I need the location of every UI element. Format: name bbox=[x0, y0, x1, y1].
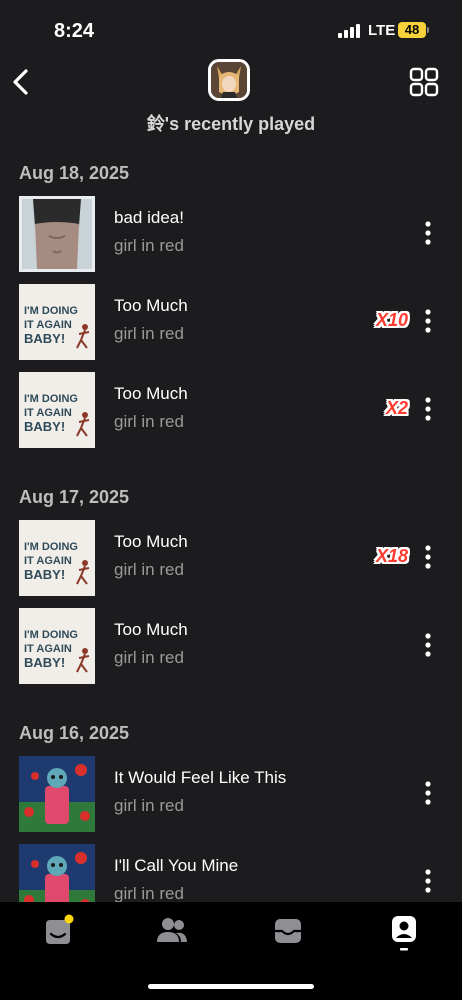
track-row[interactable]: I'M DOING IT AGAIN BABY! Too Much girl i… bbox=[0, 518, 462, 606]
track-title: I'll Call You Mine bbox=[114, 856, 239, 875]
svg-text:I'M DOING: I'M DOING bbox=[24, 629, 78, 641]
network-label: LTE bbox=[368, 22, 396, 39]
home-tab[interactable] bbox=[28, 910, 88, 954]
battery-tip bbox=[427, 27, 429, 33]
grid-view-button[interactable] bbox=[408, 66, 440, 98]
more-vertical-icon bbox=[425, 869, 431, 893]
track-row[interactable]: I'll Call You Mine girl in red bbox=[0, 842, 462, 902]
notification-dot bbox=[64, 914, 74, 924]
home-icon bbox=[46, 914, 74, 944]
album-art-bad-idea bbox=[19, 196, 95, 272]
svg-text:IT AGAIN: IT AGAIN bbox=[24, 407, 72, 419]
svg-text:BABY!: BABY! bbox=[24, 419, 65, 434]
track-title: bad idea! bbox=[114, 208, 184, 227]
page-title: 鈴's recently played bbox=[146, 114, 316, 134]
more-vertical-icon bbox=[425, 545, 431, 569]
signal-icon bbox=[338, 24, 360, 38]
profile-icon bbox=[392, 916, 416, 951]
profile-tab[interactable] bbox=[374, 910, 434, 954]
svg-text:BABY!: BABY! bbox=[24, 331, 65, 346]
svg-text:IT AGAIN: IT AGAIN bbox=[24, 555, 72, 567]
track-artist: girl in red bbox=[114, 560, 184, 579]
date-header: Aug 17, 2025 bbox=[19, 487, 130, 507]
track-artist: girl in red bbox=[114, 796, 184, 815]
album-art-im-doing-it-again-baby: I'M DOING IT AGAIN BABY! bbox=[19, 372, 95, 448]
svg-text:IT AGAIN: IT AGAIN bbox=[24, 643, 72, 655]
date-header: Aug 16, 2025 bbox=[19, 723, 130, 743]
chevron-left-icon bbox=[13, 69, 28, 95]
avatar-image bbox=[211, 62, 247, 98]
track-title: Too Much bbox=[114, 532, 188, 551]
album-art-im-doing-it-again-baby: I'M DOING IT AGAIN BABY! bbox=[19, 284, 95, 360]
svg-text:I'M DOING: I'M DOING bbox=[24, 393, 78, 405]
play-count-badge: X2 bbox=[385, 398, 408, 418]
more-options-button[interactable] bbox=[418, 396, 438, 422]
svg-text:I'M DOING: I'M DOING bbox=[24, 305, 78, 317]
track-title: Too Much bbox=[114, 384, 188, 403]
friends-tab[interactable] bbox=[142, 910, 202, 954]
back-button[interactable] bbox=[6, 64, 42, 100]
more-options-button[interactable] bbox=[418, 220, 438, 246]
svg-text:BABY!: BABY! bbox=[24, 655, 65, 670]
track-title: It Would Feel Like This bbox=[114, 768, 287, 787]
album-art-painting bbox=[19, 844, 95, 902]
svg-text:BABY!: BABY! bbox=[24, 567, 65, 582]
more-vertical-icon bbox=[425, 781, 431, 805]
home-indicator bbox=[148, 984, 314, 989]
battery-icon: 48 bbox=[398, 22, 426, 38]
date-header: Aug 18, 2025 bbox=[19, 163, 130, 183]
more-options-button[interactable] bbox=[418, 780, 438, 806]
recently-played-list[interactable]: Aug 18, 2025 bad idea! girl in red I'M D… bbox=[0, 152, 462, 902]
svg-text:I'M DOING: I'M DOING bbox=[24, 541, 78, 553]
more-vertical-icon bbox=[425, 221, 431, 245]
more-options-button[interactable] bbox=[418, 544, 438, 570]
clock: 8:24 bbox=[54, 20, 95, 42]
more-options-button[interactable] bbox=[418, 868, 438, 894]
inbox-tab[interactable] bbox=[258, 910, 318, 954]
track-row[interactable]: It Would Feel Like This girl in red bbox=[0, 754, 462, 842]
play-count-badge: X18 bbox=[375, 546, 408, 566]
track-row[interactable]: I'M DOING IT AGAIN BABY! Too Much girl i… bbox=[0, 606, 462, 694]
status-bar: 8:24 LTE 48 bbox=[0, 0, 462, 56]
avatar[interactable] bbox=[208, 59, 250, 101]
track-artist: girl in red bbox=[114, 884, 184, 902]
friends-icon bbox=[157, 918, 187, 942]
grid-icon bbox=[409, 67, 439, 97]
track-artist: girl in red bbox=[114, 236, 184, 255]
track-row[interactable]: I'M DOING IT AGAIN BABY! Too Much girl i… bbox=[0, 282, 462, 370]
more-options-button[interactable] bbox=[418, 632, 438, 658]
more-options-button[interactable] bbox=[418, 308, 438, 334]
album-art-painting bbox=[19, 756, 95, 832]
svg-text:IT AGAIN: IT AGAIN bbox=[24, 319, 72, 331]
inbox-icon bbox=[275, 919, 301, 943]
more-vertical-icon bbox=[425, 309, 431, 333]
track-artist: girl in red bbox=[114, 412, 184, 431]
more-vertical-icon bbox=[425, 397, 431, 421]
more-vertical-icon bbox=[425, 633, 431, 657]
album-art-im-doing-it-again-baby: I'M DOING IT AGAIN BABY! bbox=[19, 520, 95, 596]
play-count-badge: X10 bbox=[375, 310, 408, 330]
track-artist: girl in red bbox=[114, 648, 184, 667]
track-title: Too Much bbox=[114, 296, 188, 315]
track-artist: girl in red bbox=[114, 324, 184, 343]
track-row[interactable]: I'M DOING IT AGAIN BABY! Too Much girl i… bbox=[0, 370, 462, 458]
track-title: Too Much bbox=[114, 620, 188, 639]
track-row[interactable]: bad idea! girl in red bbox=[0, 194, 462, 282]
album-art-im-doing-it-again-baby: I'M DOING IT AGAIN BABY! bbox=[19, 608, 95, 684]
